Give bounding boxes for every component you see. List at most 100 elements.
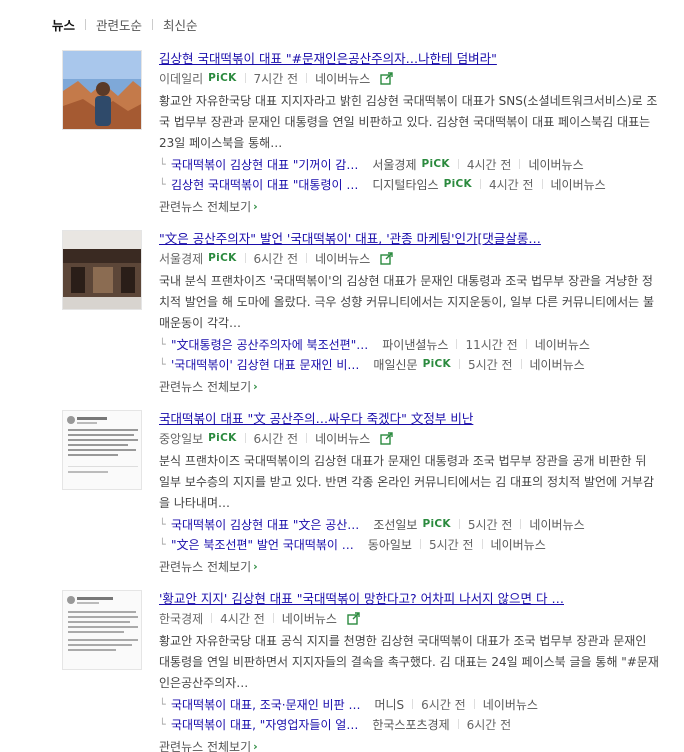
naver-news-link[interactable]: 네이버뉴스 xyxy=(530,356,585,373)
news-title[interactable]: 국대떡볶이 대표 "文 공산주의…싸우다 죽겠다" 文정부 비난 xyxy=(159,410,659,427)
related-indent-icon: └ xyxy=(159,517,166,531)
related-news-more-link[interactable]: 관련뉴스 전체보기 › xyxy=(159,556,659,576)
chevron-right-icon: › xyxy=(253,379,258,393)
naver-news-link[interactable]: 네이버뉴스 xyxy=(528,156,583,173)
divider xyxy=(541,179,543,189)
news-source[interactable]: 서울경제 xyxy=(159,250,203,267)
news-meta: 서울경제 PiCK 6시간 전 네이버뉴스 xyxy=(159,248,659,268)
related-news-source[interactable]: 파이낸셜뉴스 xyxy=(382,336,448,353)
related-news-item: └ 국대떡볶이 대표, 조국·문재인 비판 … 머니S 6시간 전 네이버뉴스 xyxy=(159,694,659,714)
divider xyxy=(456,339,458,349)
naver-news-link[interactable]: 네이버뉴스 xyxy=(315,430,370,447)
naver-news-link[interactable]: 네이버뉴스 xyxy=(535,336,590,353)
related-news-source[interactable]: 머니S xyxy=(374,696,404,713)
news-title[interactable]: "文은 공산주의자" 발언 '국대떡볶이' 대표, '관종 마케팅'인가[댓글살… xyxy=(159,230,659,247)
sort-bar: 뉴스 관련도순 최신순 xyxy=(52,14,198,34)
share-link-icon[interactable] xyxy=(380,71,394,85)
related-news-source[interactable]: 조선일보 xyxy=(373,516,417,533)
related-news-time: 5시간 전 xyxy=(428,537,474,552)
news-source[interactable]: 이데일리 xyxy=(159,70,203,87)
related-indent-icon: └ xyxy=(159,157,166,171)
related-news-source[interactable]: 디지털타임스 xyxy=(372,176,438,193)
related-news-more-link[interactable]: 관련뉴스 전체보기 › xyxy=(159,736,659,752)
naver-news-link[interactable]: 네이버뉴스 xyxy=(551,176,606,193)
divider xyxy=(272,613,274,623)
divider xyxy=(520,359,522,369)
related-news-title[interactable]: "文대통령은 공산주의자에 북조선편"… xyxy=(171,336,368,353)
pick-badge: PiCK xyxy=(422,358,451,370)
related-indent-icon: └ xyxy=(159,357,166,371)
divider xyxy=(306,73,308,83)
divider xyxy=(152,18,154,30)
news-thumbnail[interactable] xyxy=(62,230,142,310)
news-description: 황교안 자유한국당 대표 공식 지지를 천명한 김상현 국대떡볶이 대표가 조국… xyxy=(159,634,659,690)
related-news-title[interactable]: 국대떡볶이 김상현 대표 "기꺼이 감… xyxy=(171,156,358,173)
divider xyxy=(211,613,213,623)
news-meta: 한국경제 4시간 전 네이버뉴스 xyxy=(159,608,659,628)
related-news-item: └ 김상현 국대떡볶이 대표 "대통령이 … 디지털타임스 PiCK 4시간 전… xyxy=(159,174,659,194)
related-news-time: 4시간 전 xyxy=(466,157,512,172)
news-thumbnail[interactable] xyxy=(62,590,142,670)
news-title[interactable]: 김상현 국대떡볶이 대표 "#문재인은공산주의자…나한테 덤벼라" xyxy=(159,50,659,67)
related-news-source[interactable]: 매일신문 xyxy=(373,356,417,373)
divider xyxy=(520,519,522,529)
divider xyxy=(525,339,527,349)
related-news-source[interactable]: 서울경제 xyxy=(372,156,416,173)
related-news-time: 5시간 전 xyxy=(467,517,513,532)
more-label: 관련뉴스 전체보기 xyxy=(159,739,252,752)
naver-news-link[interactable]: 네이버뉴스 xyxy=(483,696,538,713)
thumbnail-screenshot-post xyxy=(63,411,141,489)
naver-news-link[interactable]: 네이버뉴스 xyxy=(529,516,584,533)
divider xyxy=(244,433,246,443)
share-link-icon[interactable] xyxy=(347,611,361,625)
news-meta: 이데일리 PiCK 7시간 전 네이버뉴스 xyxy=(159,68,659,88)
news-source[interactable]: 한국경제 xyxy=(159,610,203,627)
related-news-more-link[interactable]: 관련뉴스 전체보기 › xyxy=(159,376,659,396)
related-news-title[interactable]: 국대떡볶이 대표, 조국·문재인 비판 … xyxy=(171,696,360,713)
related-news-title[interactable]: 국대떡볶이 김상현 대표 "文은 공산… xyxy=(171,516,359,533)
pick-badge: PiCK xyxy=(422,518,451,530)
divider xyxy=(306,253,308,263)
news-thumbnail[interactable] xyxy=(62,410,142,490)
related-news-title[interactable]: 김상현 국대떡볶이 대표 "대통령이 … xyxy=(171,176,358,193)
related-news-title[interactable]: 국대떡볶이 대표, "자영업자들이 얼… xyxy=(171,716,358,733)
news-time: 7시간 전 xyxy=(253,71,299,86)
pick-badge: PiCK xyxy=(208,432,237,444)
related-news-source[interactable]: 동아일보 xyxy=(368,536,412,553)
news-meta: 중앙일보 PiCK 6시간 전 네이버뉴스 xyxy=(159,428,659,448)
related-news-more-link[interactable]: 관련뉴스 전체보기 › xyxy=(159,196,659,216)
naver-news-link[interactable]: 네이버뉴스 xyxy=(315,70,370,87)
divider xyxy=(412,699,414,709)
related-news-title[interactable]: "文은 북조선편" 발언 국대떡볶이 … xyxy=(171,536,354,553)
naver-news-link[interactable]: 네이버뉴스 xyxy=(315,250,370,267)
more-label: 관련뉴스 전체보기 xyxy=(159,379,252,394)
divider xyxy=(85,18,87,30)
chevron-right-icon: › xyxy=(253,739,258,752)
news-source[interactable]: 중앙일보 xyxy=(159,430,203,447)
news-title[interactable]: '황교안 지지' 김상현 대표 "국대떡볶이 망한다고? 어차피 나서지 않으면… xyxy=(159,590,659,607)
news-thumbnail[interactable] xyxy=(62,50,142,130)
share-link-icon[interactable] xyxy=(380,431,394,445)
news-time: 6시간 전 xyxy=(253,251,299,266)
tab-news[interactable]: 뉴스 xyxy=(52,15,75,34)
divider xyxy=(244,253,246,263)
related-news-title[interactable]: '국대떡볶이' 김상현 대표 문재인 비… xyxy=(171,356,359,373)
more-label: 관련뉴스 전체보기 xyxy=(159,559,252,574)
divider xyxy=(473,699,475,709)
pick-badge: PiCK xyxy=(421,158,450,170)
pick-badge: PiCK xyxy=(208,72,237,84)
share-link-icon[interactable] xyxy=(380,251,394,265)
sort-relevance[interactable]: 관련도순 xyxy=(96,15,142,34)
related-news-time: 11시간 전 xyxy=(465,337,518,352)
related-news-item: └ 국대떡볶이 김상현 대표 "기꺼이 감… 서울경제 PiCK 4시간 전 네… xyxy=(159,154,659,174)
naver-news-link[interactable]: 네이버뉴스 xyxy=(282,610,337,627)
related-indent-icon: └ xyxy=(159,697,166,711)
news-description: 분식 프랜차이즈 국대떡볶이의 김상현 대표가 문재인 대통령과 조국 법무부 … xyxy=(159,454,655,510)
related-news-time: 6시간 전 xyxy=(421,697,466,712)
related-indent-icon: └ xyxy=(159,177,166,191)
naver-news-link[interactable]: 네이버뉴스 xyxy=(491,536,546,553)
related-news-source[interactable]: 한국스포츠경제 xyxy=(372,716,449,733)
related-indent-icon: └ xyxy=(159,337,166,351)
sort-latest[interactable]: 최신순 xyxy=(163,15,198,34)
related-news-item: └ "文은 북조선편" 발언 국대떡볶이 … 동아일보 5시간 전 네이버뉴스 xyxy=(159,534,659,554)
